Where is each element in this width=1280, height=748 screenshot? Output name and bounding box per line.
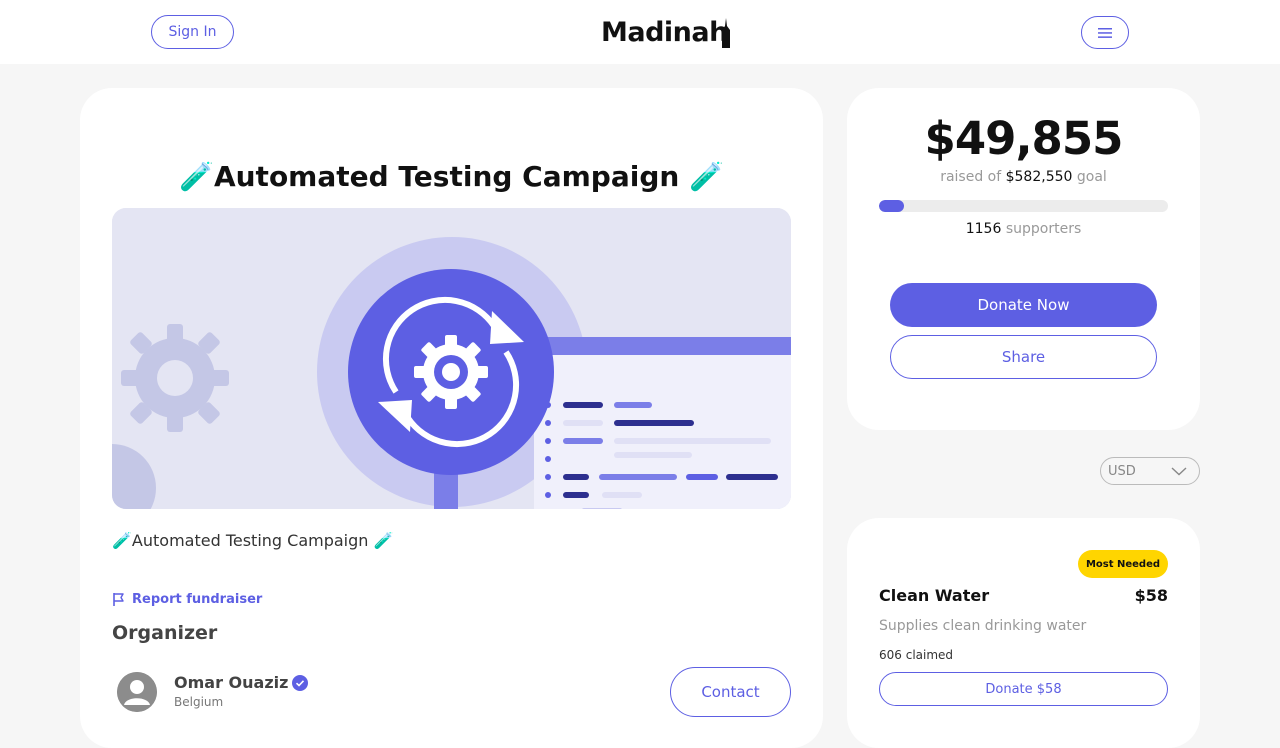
organizer-name: Omar Ouaziz xyxy=(174,673,289,692)
campaign-card: 🧪Automated Testing Campaign 🧪 🧪Automated… xyxy=(80,88,823,748)
goal-line: raised of $582,550 goal xyxy=(847,169,1200,185)
gift-description: Supplies clean drinking water xyxy=(879,618,1087,634)
site-header: Sign In Madinah xyxy=(0,0,1280,64)
progress-bar xyxy=(879,200,1168,212)
flag-icon xyxy=(113,593,124,606)
avatar xyxy=(117,672,157,712)
site-logo[interactable]: Madinah xyxy=(601,14,732,50)
gift-title: Clean Water xyxy=(879,586,990,605)
gift-donate-button[interactable]: Donate $58 xyxy=(879,672,1168,706)
goal-amount: $582,550 xyxy=(1005,169,1073,185)
gift-card: Most Needed Clean Water $58 Supplies cle… xyxy=(847,518,1200,748)
organizer-name-row: Omar Ouaziz xyxy=(174,673,309,692)
hamburger-menu-icon xyxy=(1098,27,1112,38)
most-needed-badge: Most Needed xyxy=(1078,550,1168,578)
supporters-label: supporters xyxy=(1005,221,1082,237)
report-fundraiser-label: Report fundraiser xyxy=(132,592,263,607)
currency-selected: USD xyxy=(1108,463,1136,479)
report-fundraiser-link[interactable]: Report fundraiser xyxy=(112,592,262,607)
user-avatar-icon xyxy=(117,672,157,712)
verified-check-icon xyxy=(292,674,309,691)
progress-bar-fill xyxy=(879,200,904,212)
logo-text: Madinah xyxy=(601,17,728,48)
raised-amount: $49,855 xyxy=(924,112,1124,165)
sign-in-button[interactable]: Sign In xyxy=(151,15,234,49)
contact-button[interactable]: Contact xyxy=(670,667,791,717)
currency-select[interactable]: USD xyxy=(1100,457,1200,485)
campaign-title: 🧪Automated Testing Campaign 🧪 xyxy=(179,160,724,193)
menu-button[interactable] xyxy=(1081,16,1129,49)
goal-suffix: goal xyxy=(1076,169,1107,185)
organizer-heading: Organizer xyxy=(112,622,218,644)
campaign-subtitle: 🧪Automated Testing Campaign 🧪 xyxy=(112,531,394,550)
automated-testing-illustration xyxy=(112,208,791,509)
organizer-location: Belgium xyxy=(174,695,224,709)
chevron-down-icon xyxy=(1171,466,1187,475)
campaign-title-wrap: 🧪Automated Testing Campaign 🧪 xyxy=(80,160,823,193)
gift-claimed-count: 606 claimed xyxy=(879,648,954,662)
gift-price: $58 xyxy=(1134,586,1168,605)
supporters-count: 1156 xyxy=(965,221,1002,237)
supporters-line: 1156 supporters xyxy=(847,221,1200,237)
donate-now-button[interactable]: Donate Now xyxy=(890,283,1157,327)
donation-summary-card: $49,855 raised of $582,550 goal 1156 sup… xyxy=(847,88,1200,430)
campaign-hero-image[interactable] xyxy=(112,208,791,509)
share-button[interactable]: Share xyxy=(890,335,1157,379)
raised-prefix: raised of xyxy=(940,169,1002,185)
minaret-icon xyxy=(721,18,730,48)
